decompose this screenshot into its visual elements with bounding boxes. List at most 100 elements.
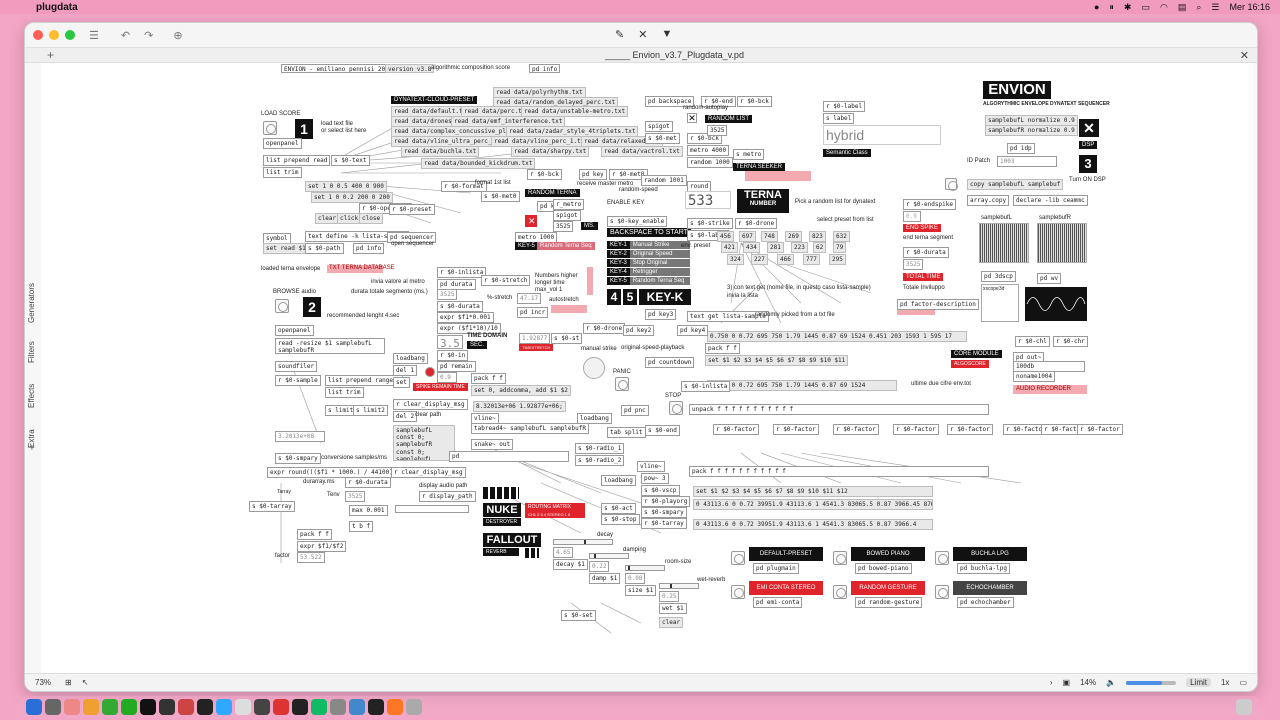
pd-echochamber-object[interactable]: pd echochamber (957, 597, 1014, 609)
unpack-object[interactable]: unpack f f f f f f f f f f f (689, 404, 989, 416)
copy-bang[interactable] (945, 178, 958, 191)
list-trim-object-2[interactable]: list trim (325, 387, 364, 399)
preset-bang-default[interactable] (731, 551, 745, 565)
display-path-symbol[interactable] (395, 505, 469, 513)
read-file-14[interactable]: read data/vactrol.txt (601, 146, 683, 158)
pd-info-object-2[interactable]: pd info (353, 243, 385, 255)
s-met0-object[interactable]: s $0-met0 (481, 191, 520, 203)
tabsplit-object[interactable]: tab split (607, 427, 646, 439)
s-durata-object[interactable]: s $0-durata (437, 301, 483, 313)
factor-number[interactable]: 53.522 (297, 552, 325, 564)
list-prepend-read-object[interactable]: list prepend read (263, 155, 331, 167)
r-durata-object-2[interactable]: r $0-durata (345, 477, 391, 489)
edit-mode-icon[interactable]: ✎ (615, 28, 624, 41)
run-mode-icon[interactable]: ✕ (638, 28, 647, 41)
menu-icon[interactable]: ☰ (89, 29, 99, 42)
r-sample-object[interactable]: r $0-sample (275, 375, 321, 387)
set-list-1[interactable]: set 1 0 0.5 400 0 900 (305, 181, 387, 193)
pd-3dscp-object[interactable]: pd 3dscp (981, 271, 1016, 283)
terminal-icon[interactable] (368, 699, 384, 715)
pd-incr-object[interactable]: pd incr (517, 307, 549, 319)
r-factor-1[interactable]: r $0-factor (713, 424, 759, 436)
pd-bowed-piano-object[interactable]: pd bowed-piano (855, 563, 912, 575)
grid-icon[interactable]: ⊞ (65, 678, 72, 687)
duration-number-box[interactable]: 3525 (707, 125, 728, 137)
battery-icon[interactable]: ▭ (1141, 2, 1150, 13)
waveform-display[interactable] (1025, 287, 1087, 321)
volume-slider[interactable] (1126, 680, 1177, 685)
r-bck-object-2[interactable]: r $0-bck (737, 96, 772, 108)
pow3-object[interactable]: pow~ 3 (641, 473, 669, 485)
loadbang-object-3[interactable]: loadbang (601, 475, 636, 487)
pd-countdown-object[interactable]: pd countdown (645, 357, 695, 369)
samplebufr-array[interactable] (1037, 223, 1087, 263)
autoplay-toggle[interactable]: ✕ (687, 113, 697, 123)
r-in-object[interactable]: r $0-in (437, 350, 469, 362)
preset-bang-bowed[interactable] (833, 551, 847, 565)
app-icon[interactable] (159, 699, 175, 715)
preset-bowed-piano[interactable]: BOWED PIANO (851, 547, 925, 561)
long-list-1[interactable]: 0.750 0 0.72 695 750 1.79 1445 0.87 69 1… (707, 331, 967, 343)
set-s2-msg[interactable]: set $1 $2 $3 $4 $5 $6 $7 $8 $9 $10 $11 $… (693, 486, 933, 498)
dsp-toggle[interactable]: ✕ (1079, 119, 1099, 137)
set-s-msg[interactable]: set $1 $2 $3 $4 $5 $6 $7 $8 $9 $10 $11 (705, 355, 849, 367)
tab-patch-title[interactable]: _____ Envion_v3.7_Plugdata_v.pd (605, 50, 744, 60)
pause-icon[interactable]: ⏸ (1109, 2, 1114, 13)
e06-value-msg[interactable]: 8.32013e+06 1.92877e+06; (473, 401, 566, 413)
load-score-bang[interactable] (263, 121, 277, 135)
app-icon[interactable] (349, 699, 365, 715)
s-smpary-object-2[interactable]: s $0-smpary (641, 507, 687, 519)
new-tab-button[interactable]: + (47, 48, 54, 62)
stretch-num-number[interactable]: 1.92877 (519, 333, 551, 345)
expr-f1-object[interactable]: expr $f1*0.001 (437, 312, 494, 324)
r-clear-display-object-2[interactable]: r clear_display_msg (393, 399, 468, 411)
pd-factor-description-object[interactable]: pd factor-description (897, 299, 979, 311)
photoshop-icon[interactable] (216, 699, 232, 715)
pack-f-object[interactable]: pack f f f f f f f f f f f (689, 466, 989, 478)
s-key-enable-object[interactable]: s $0-key_enable (607, 216, 668, 228)
control-center-icon[interactable]: ☰ (1211, 2, 1219, 13)
sec-number[interactable]: 3.5 (437, 335, 463, 349)
read-file-13[interactable]: read data/sharpy.txt (511, 146, 590, 158)
send-text-object[interactable]: s $0-text (331, 155, 370, 167)
preset-num[interactable]: 79 (833, 242, 847, 254)
room-size-slider[interactable] (625, 565, 665, 571)
s-label-object-2[interactable]: s label (823, 113, 855, 125)
preset-bang-emi[interactable] (731, 585, 745, 599)
preset-num[interactable]: 434 (743, 242, 760, 254)
s-radio1-object[interactable]: s $0-radio_1 (575, 443, 625, 455)
expr-f1f2-object[interactable]: expr $f1/$f2 (297, 541, 347, 553)
r-endspike-object[interactable]: r $0-endspike (903, 199, 956, 211)
loadbang-object-2[interactable]: loadbang (577, 413, 612, 425)
openpanel-object[interactable]: openpanel (263, 138, 302, 150)
decay-number[interactable]: 4.65 (553, 547, 574, 559)
preset-num[interactable]: 777 (803, 254, 820, 266)
metro-4000-object[interactable]: metro 4000 (687, 145, 730, 157)
s-stop-object[interactable]: s $0-stop (601, 514, 640, 526)
preset-num[interactable]: 227 (751, 254, 768, 266)
long-list-3[interactable]: 0 43113.6 0 0.72 39951.9 43113.6 1 4541.… (693, 499, 933, 511)
add-object-icon[interactable]: ⊕ (173, 29, 182, 42)
chrome-icon[interactable] (121, 699, 137, 715)
declare-object[interactable]: declare -lib ceammc (1013, 195, 1088, 207)
wet-msg[interactable]: wet $1 (659, 603, 687, 615)
panic-bang[interactable] (615, 377, 629, 391)
pd-buchla-lpg-object[interactable]: pd buchla-lpg (957, 563, 1010, 575)
r-drone-object[interactable]: r $0-drone (735, 218, 778, 230)
stop-bang[interactable] (669, 401, 683, 415)
s-metro-object[interactable]: s metro (733, 149, 765, 161)
preset-num[interactable]: 223 (791, 242, 808, 254)
r-factor-5[interactable]: r $0-factor (947, 424, 993, 436)
pd-key3-object[interactable]: pd key3 (645, 309, 677, 321)
spigot-object-2[interactable]: spigot (645, 121, 673, 133)
close-window-button[interactable] (33, 30, 43, 40)
limit-button[interactable]: Limit (1186, 678, 1211, 687)
random-1000-object[interactable]: random 1000 (687, 157, 733, 169)
finder-icon[interactable] (26, 699, 42, 715)
preset-num[interactable]: 421 (721, 242, 738, 254)
remain-number[interactable]: 0.9 (437, 372, 457, 384)
pointer-icon[interactable]: ↖ (82, 678, 89, 687)
spigot-object[interactable]: spigot (553, 210, 581, 222)
app-icon[interactable] (273, 699, 289, 715)
random-terna-stop-icon[interactable]: ✕ (525, 215, 537, 227)
